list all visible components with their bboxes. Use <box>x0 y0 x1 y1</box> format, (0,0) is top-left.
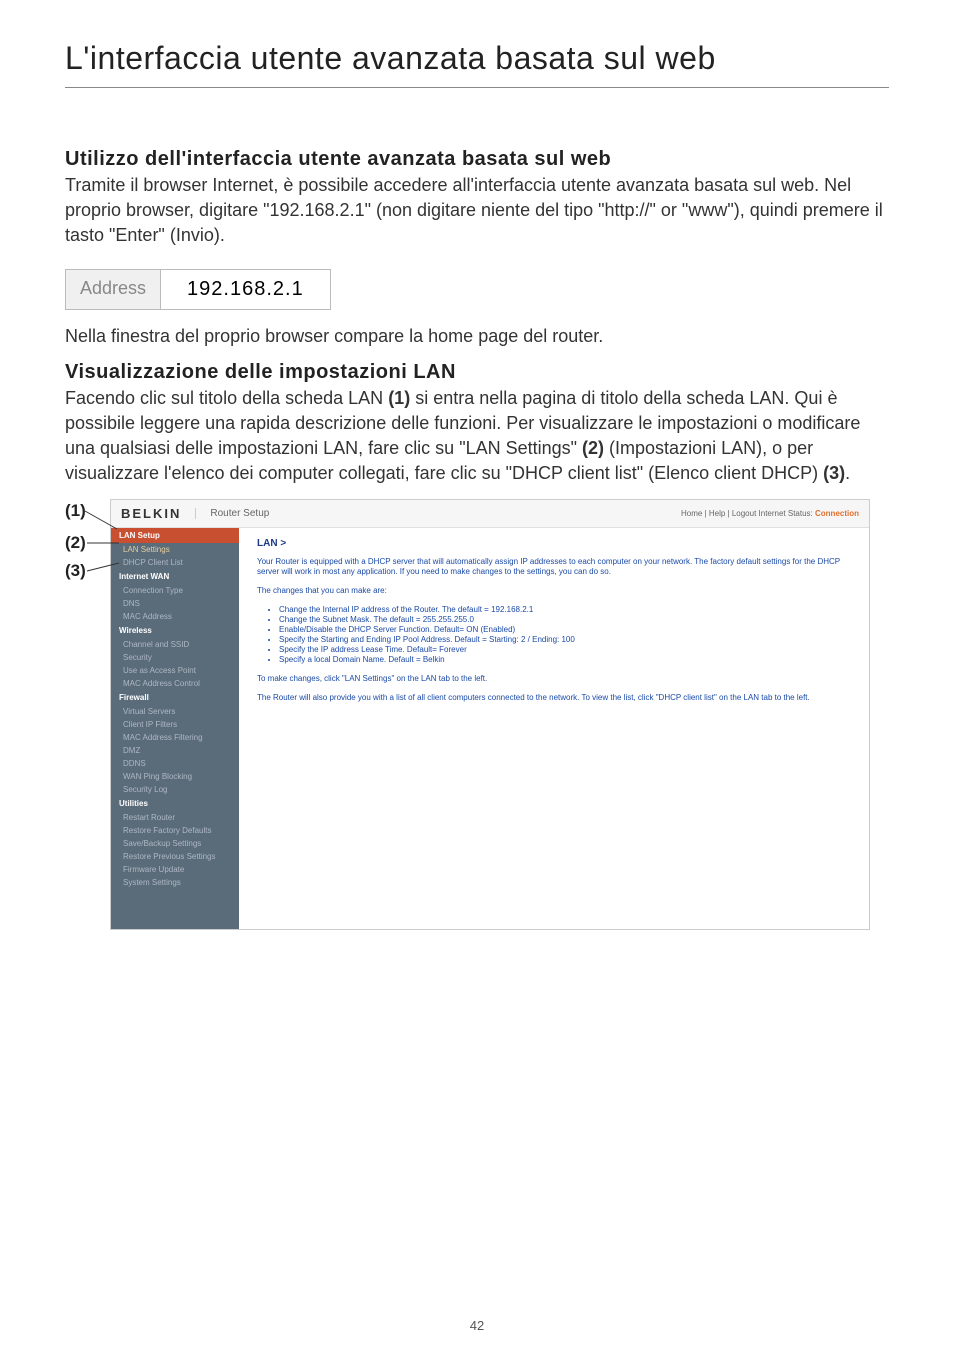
router-header: BELKIN Router Setup Home | Help | Logout… <box>111 500 869 528</box>
breadcrumb: LAN > <box>257 538 851 549</box>
sidebar-item-ap[interactable]: Use as Access Point <box>111 664 239 677</box>
callout-1: (1) <box>65 501 86 521</box>
sidebar-item-slog[interactable]: Security Log <box>111 783 239 796</box>
brand-logo: BELKIN <box>121 506 181 521</box>
ref-3: (3) <box>823 463 845 483</box>
sidebar-item-restart[interactable]: Restart Router <box>111 811 239 824</box>
sidebar-item-wpb[interactable]: WAN Ping Blocking <box>111 770 239 783</box>
router-sidebar: LAN Setup LAN Settings DHCP Client List … <box>111 528 239 929</box>
router-content: LAN > Your Router is equipped with a DHC… <box>239 528 869 929</box>
section1-heading: Utilizzo dell'interfaccia utente avanzat… <box>65 148 889 171</box>
list-item: Specify the IP address Lease Time. Defau… <box>279 645 851 654</box>
sidebar-item-restore-defaults[interactable]: Restore Factory Defaults <box>111 824 239 837</box>
list-item: Specify the Starting and Ending IP Pool … <box>279 635 851 644</box>
sidebar-item-dhcp-list[interactable]: DHCP Client List <box>111 556 239 569</box>
sidebar-group-lan[interactable]: LAN Setup <box>111 528 239 543</box>
address-value: 192.168.2.1 <box>161 270 330 309</box>
list-item: Change the Subnet Mask. The default = 25… <box>279 615 851 624</box>
list-item: Enable/Disable the DHCP Server Function.… <box>279 625 851 634</box>
callout-2-label: (2) <box>65 533 86 552</box>
text-frag: Facendo clic sul titolo della scheda LAN <box>65 388 388 408</box>
list-item: Specify a local Domain Name. Default = B… <box>279 655 851 664</box>
after-address-text: Nella finestra del proprio browser compa… <box>65 324 889 349</box>
sidebar-item-macctl[interactable]: MAC Address Control <box>111 677 239 690</box>
section2-body: Facendo clic sul titolo della scheda LAN… <box>65 386 889 487</box>
sidebar-item-ddns[interactable]: DDNS <box>111 757 239 770</box>
sidebar-item-dns[interactable]: DNS <box>111 597 239 610</box>
sidebar-item-save-backup[interactable]: Save/Backup Settings <box>111 837 239 850</box>
sidebar-item-system[interactable]: System Settings <box>111 876 239 889</box>
sidebar-item-channel[interactable]: Channel and SSID <box>111 638 239 651</box>
content-list: Change the Internal IP address of the Ro… <box>279 605 851 664</box>
content-p3: To make changes, click "LAN Settings" on… <box>257 674 851 685</box>
callout-3: (3) <box>65 561 86 581</box>
header-subtitle: Router Setup <box>195 508 269 519</box>
sidebar-item-macf[interactable]: MAC Address Filtering <box>111 731 239 744</box>
header-links[interactable]: Home | Help | Logout Internet Status: <box>681 509 815 518</box>
content-p2: The changes that you can make are: <box>257 586 851 597</box>
sidebar-group-utilities[interactable]: Utilities <box>111 796 239 811</box>
ref-2: (2) <box>582 438 604 458</box>
sidebar-group-firewall[interactable]: Firewall <box>111 690 239 705</box>
sidebar-group-wan[interactable]: Internet WAN <box>111 569 239 584</box>
page-number: 42 <box>65 1318 889 1333</box>
status-badge: Connection <box>815 509 859 518</box>
content-p4: The Router will also provide you with a … <box>257 693 851 704</box>
page-title: L'interfaccia utente avanzata basata sul… <box>65 40 889 88</box>
router-screenshot-wrap: (1) (2) (3) BELKIN Router Setup Home | H… <box>65 499 889 930</box>
sidebar-item-dmz[interactable]: DMZ <box>111 744 239 757</box>
callout-3-label: (3) <box>65 561 86 580</box>
section1-body: Tramite il browser Internet, è possibile… <box>65 173 889 249</box>
callout-2: (2) <box>65 533 86 553</box>
sidebar-item-lan-settings[interactable]: LAN Settings <box>111 543 239 556</box>
address-label: Address <box>66 270 161 309</box>
sidebar-item-firmware[interactable]: Firmware Update <box>111 863 239 876</box>
address-bar: Address 192.168.2.1 <box>65 269 331 310</box>
list-item: Change the Internal IP address of the Ro… <box>279 605 851 614</box>
section2-heading: Visualizzazione delle impostazioni LAN <box>65 361 889 384</box>
sidebar-item-cip[interactable]: Client IP Filters <box>111 718 239 731</box>
text-frag: . <box>845 463 850 483</box>
sidebar-item-restore-prev[interactable]: Restore Previous Settings <box>111 850 239 863</box>
content-p1: Your Router is equipped with a DHCP serv… <box>257 557 851 579</box>
ref-1: (1) <box>388 388 410 408</box>
sidebar-group-wireless[interactable]: Wireless <box>111 623 239 638</box>
sidebar-item-vs[interactable]: Virtual Servers <box>111 705 239 718</box>
router-admin-panel: BELKIN Router Setup Home | Help | Logout… <box>110 499 870 930</box>
header-right: Home | Help | Logout Internet Status: Co… <box>681 509 859 518</box>
sidebar-item-conn-type[interactable]: Connection Type <box>111 584 239 597</box>
sidebar-item-mac[interactable]: MAC Address <box>111 610 239 623</box>
sidebar-item-security[interactable]: Security <box>111 651 239 664</box>
